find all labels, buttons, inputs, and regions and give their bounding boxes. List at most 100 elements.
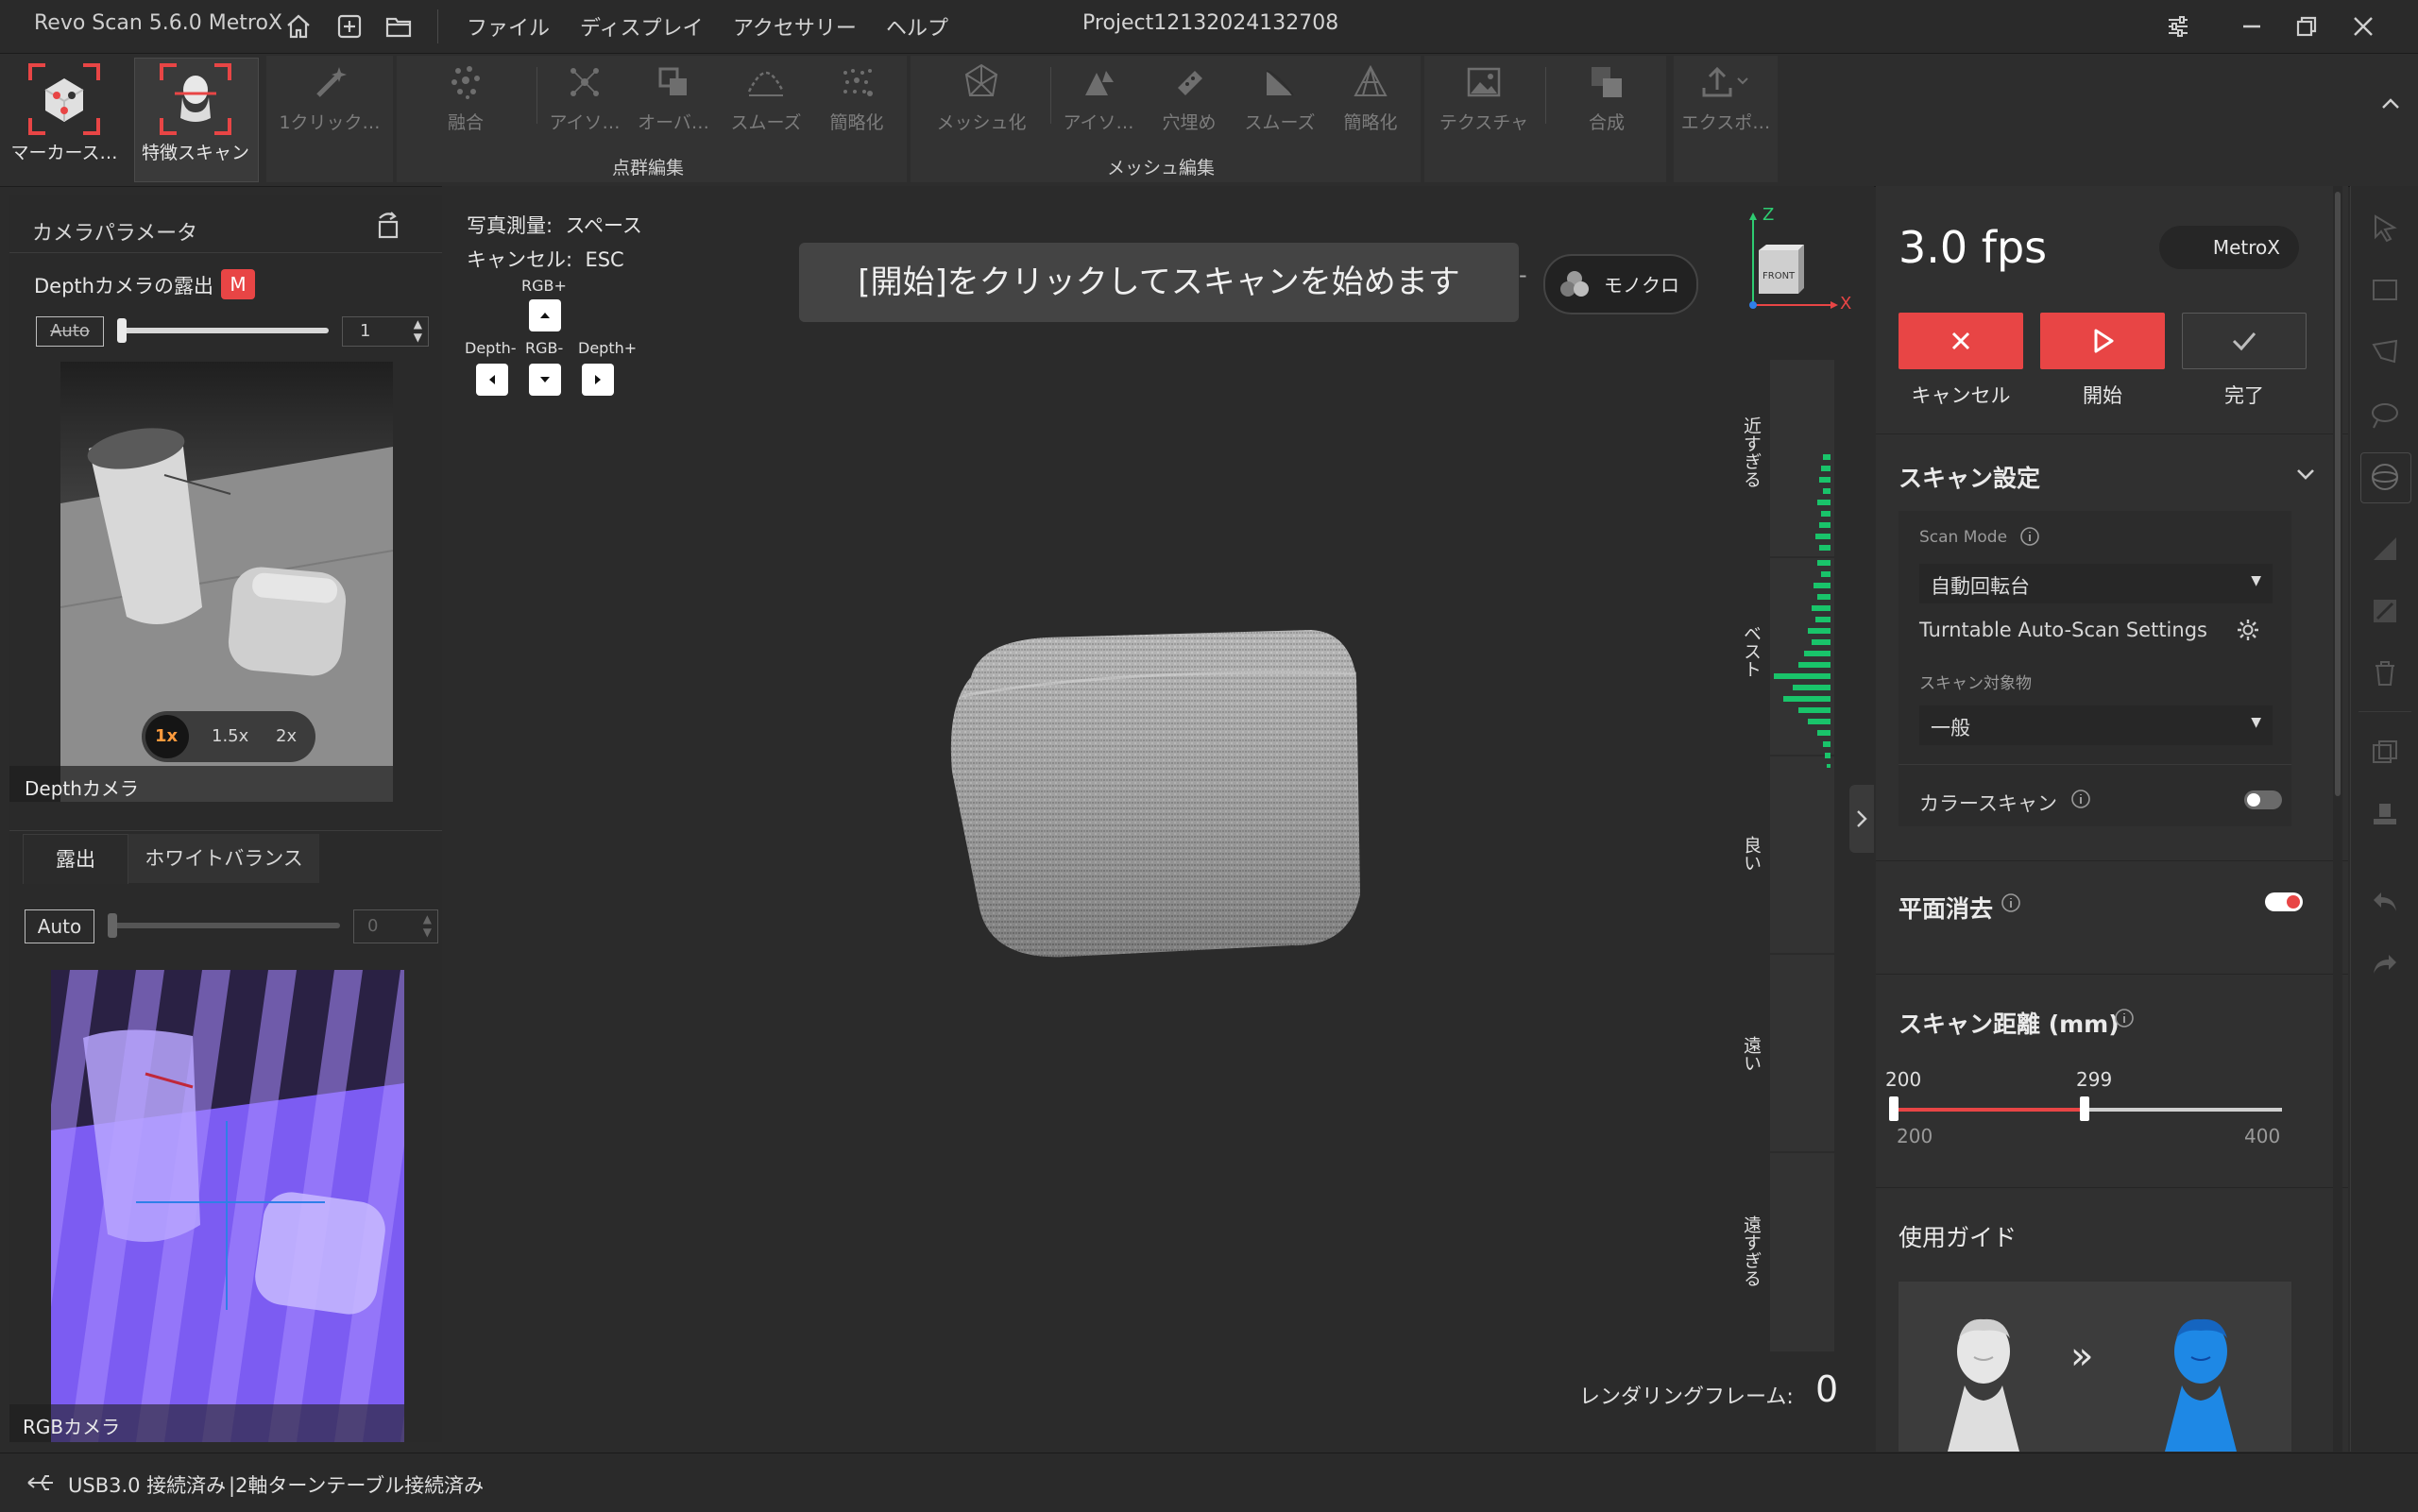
plane-removal-toggle[interactable]	[2265, 892, 2303, 911]
open-folder-icon[interactable]	[383, 11, 414, 42]
spin-arrows[interactable]: ▲ ▼	[414, 317, 422, 344]
info-icon[interactable]	[2019, 526, 2040, 547]
start-button[interactable]	[2040, 313, 2165, 369]
device-badge[interactable]: MetroX	[2159, 226, 2299, 269]
depth-exposure-handle[interactable]	[117, 318, 127, 343]
home-icon[interactable]	[283, 11, 314, 42]
meshing-button[interactable]: メッシュ化	[928, 61, 1035, 144]
scan-distance-max-handle[interactable]	[2080, 1096, 2089, 1121]
depth-auto-button[interactable]: Auto	[36, 316, 104, 347]
scan-settings-chevron-icon[interactable]	[2291, 460, 2320, 488]
trash-icon[interactable]	[2368, 656, 2402, 690]
scan-distance-min-handle[interactable]	[1889, 1096, 1899, 1121]
select-pointer-icon[interactable]	[2368, 211, 2402, 245]
info-icon[interactable]	[2001, 892, 2021, 913]
info-icon[interactable]	[2070, 789, 2091, 809]
mono-toggle[interactable]: モノクロ	[1543, 254, 1698, 314]
mono-label: モノクロ	[1604, 274, 1679, 297]
zoom-1x[interactable]: 1x	[155, 726, 178, 746]
one-click-button[interactable]: 1クリック…	[268, 61, 391, 144]
feature-scan-button[interactable]: 特徴スキャン	[134, 59, 257, 163]
spin-arrows[interactable]: ▲ ▼	[423, 912, 432, 939]
manual-badge[interactable]: M	[221, 269, 255, 299]
close-icon[interactable]	[2346, 9, 2380, 43]
tab-white-balance[interactable]: ホワイトバランス	[128, 834, 319, 883]
3d-viewport[interactable]: 写真測量: スペース キャンセル: ESC RGB+ Depth- RGB- D…	[442, 186, 1874, 1452]
title-bar: Revo Scan 5.6.0 MetroX ファイル ディスプレイ アクセサリ…	[0, 0, 2418, 54]
simplify-icon	[836, 61, 877, 103]
dropdown-arrow-icon: ▼	[2251, 573, 2261, 588]
color-scan-toggle[interactable]	[2244, 790, 2282, 809]
view-mode-icon[interactable]	[2368, 460, 2402, 494]
simplify-mesh-button[interactable]: 簡略化	[1328, 61, 1413, 144]
settings-sliders-icon[interactable]	[2161, 9, 2195, 43]
redo-icon[interactable]	[2368, 947, 2402, 981]
dist-high-value: 299	[2076, 1068, 2113, 1091]
tab-exposure-label: 露出	[56, 848, 95, 871]
done-button[interactable]	[2182, 313, 2307, 369]
rgb-exposure-spinbox[interactable]: 0 ▲ ▼	[353, 909, 438, 943]
rgb-exposure-slider[interactable]	[108, 923, 340, 928]
menu-help[interactable]: ヘルプ	[886, 11, 948, 42]
brush-select-icon[interactable]	[2368, 398, 2402, 432]
reset-icon[interactable]	[370, 209, 404, 243]
fill-holes-button[interactable]: 穴埋め	[1147, 61, 1232, 144]
zoom-2x[interactable]: 2x	[276, 726, 297, 746]
toolbar-separator	[536, 67, 537, 124]
arrow-up-key[interactable]	[529, 299, 561, 331]
scan-mode-select[interactable]: 自動回転台 ▼	[1919, 564, 2273, 603]
overlap-button[interactable]: オーバ…	[631, 61, 716, 144]
axis-z-label: Z	[1762, 205, 1775, 225]
depth-exposure-slider[interactable]	[123, 328, 329, 333]
smooth-pointcloud-button[interactable]: スムーズ	[724, 61, 809, 144]
tab-exposure[interactable]: 露出	[23, 834, 128, 884]
guide-card[interactable]: »	[1899, 1282, 2291, 1452]
invert-selection-icon[interactable]	[2368, 594, 2402, 628]
minimize-icon[interactable]	[2235, 9, 2269, 43]
menu-display[interactable]: ディスプレイ	[580, 11, 703, 42]
collapse-toolbar-icon[interactable]	[2376, 90, 2405, 118]
merge-icon	[1586, 61, 1627, 103]
arrow-right-key[interactable]	[582, 364, 614, 396]
arrow-left-key[interactable]	[476, 364, 508, 396]
new-project-icon[interactable]	[334, 11, 365, 42]
cancel-button[interactable]	[1899, 313, 2023, 369]
fuse-button[interactable]: 融合	[423, 61, 508, 144]
shortcut-value: ESC	[585, 248, 624, 271]
smooth-mesh-icon	[1259, 61, 1301, 103]
collapse-right-panel-button[interactable]	[1849, 785, 1874, 853]
duplicate-icon[interactable]	[2368, 736, 2402, 770]
orientation-gizmo[interactable]: Z X FRONT	[1745, 205, 1851, 318]
merge-button[interactable]: 合成	[1564, 61, 1649, 144]
scan-mode-label: Scan Mode	[1919, 528, 2008, 547]
marker-scan-button[interactable]: マーカース…	[4, 59, 125, 163]
magic-wand-icon	[309, 61, 350, 103]
arrow-down-key[interactable]	[529, 364, 561, 396]
zoom-1-5x[interactable]: 1.5x	[212, 726, 248, 746]
scanned-model[interactable]	[933, 620, 1424, 1027]
right-scrollbar[interactable]	[2333, 186, 2342, 1452]
texture-button[interactable]: テクスチャ	[1432, 61, 1536, 144]
turntable-icon[interactable]	[2368, 798, 2402, 832]
restore-icon[interactable]	[2290, 9, 2324, 43]
rgb-auto-button[interactable]: Auto	[25, 909, 94, 943]
dropdown-arrow-icon: ▼	[2251, 715, 2261, 730]
isolation-mesh-button[interactable]: アイソ…	[1056, 61, 1141, 144]
menu-accessory[interactable]: アクセサリー	[733, 11, 857, 42]
rgb-exposure-handle[interactable]	[108, 913, 117, 938]
lasso-icon[interactable]	[2368, 335, 2402, 369]
simplify-pointcloud-button[interactable]: 簡略化	[814, 61, 899, 144]
isolation-pointcloud-button[interactable]: アイソ…	[542, 61, 627, 144]
scan-object-select[interactable]: 一般 ▼	[1919, 705, 2273, 745]
info-icon[interactable]	[2114, 1008, 2135, 1028]
menu-file[interactable]: ファイル	[467, 11, 550, 42]
export-button[interactable]: エクスポ…	[1676, 61, 1776, 144]
start-label: 開始	[2083, 384, 2122, 407]
feature-scan-icon	[156, 59, 235, 139]
plane-icon[interactable]	[2368, 532, 2402, 566]
rect-select-icon[interactable]	[2368, 273, 2402, 307]
gear-icon[interactable]	[2235, 617, 2261, 643]
undo-icon[interactable]	[2368, 885, 2402, 919]
depth-exposure-spinbox[interactable]: 1 ▲ ▼	[342, 316, 429, 347]
smooth-mesh-button[interactable]: スムーズ	[1237, 61, 1322, 144]
